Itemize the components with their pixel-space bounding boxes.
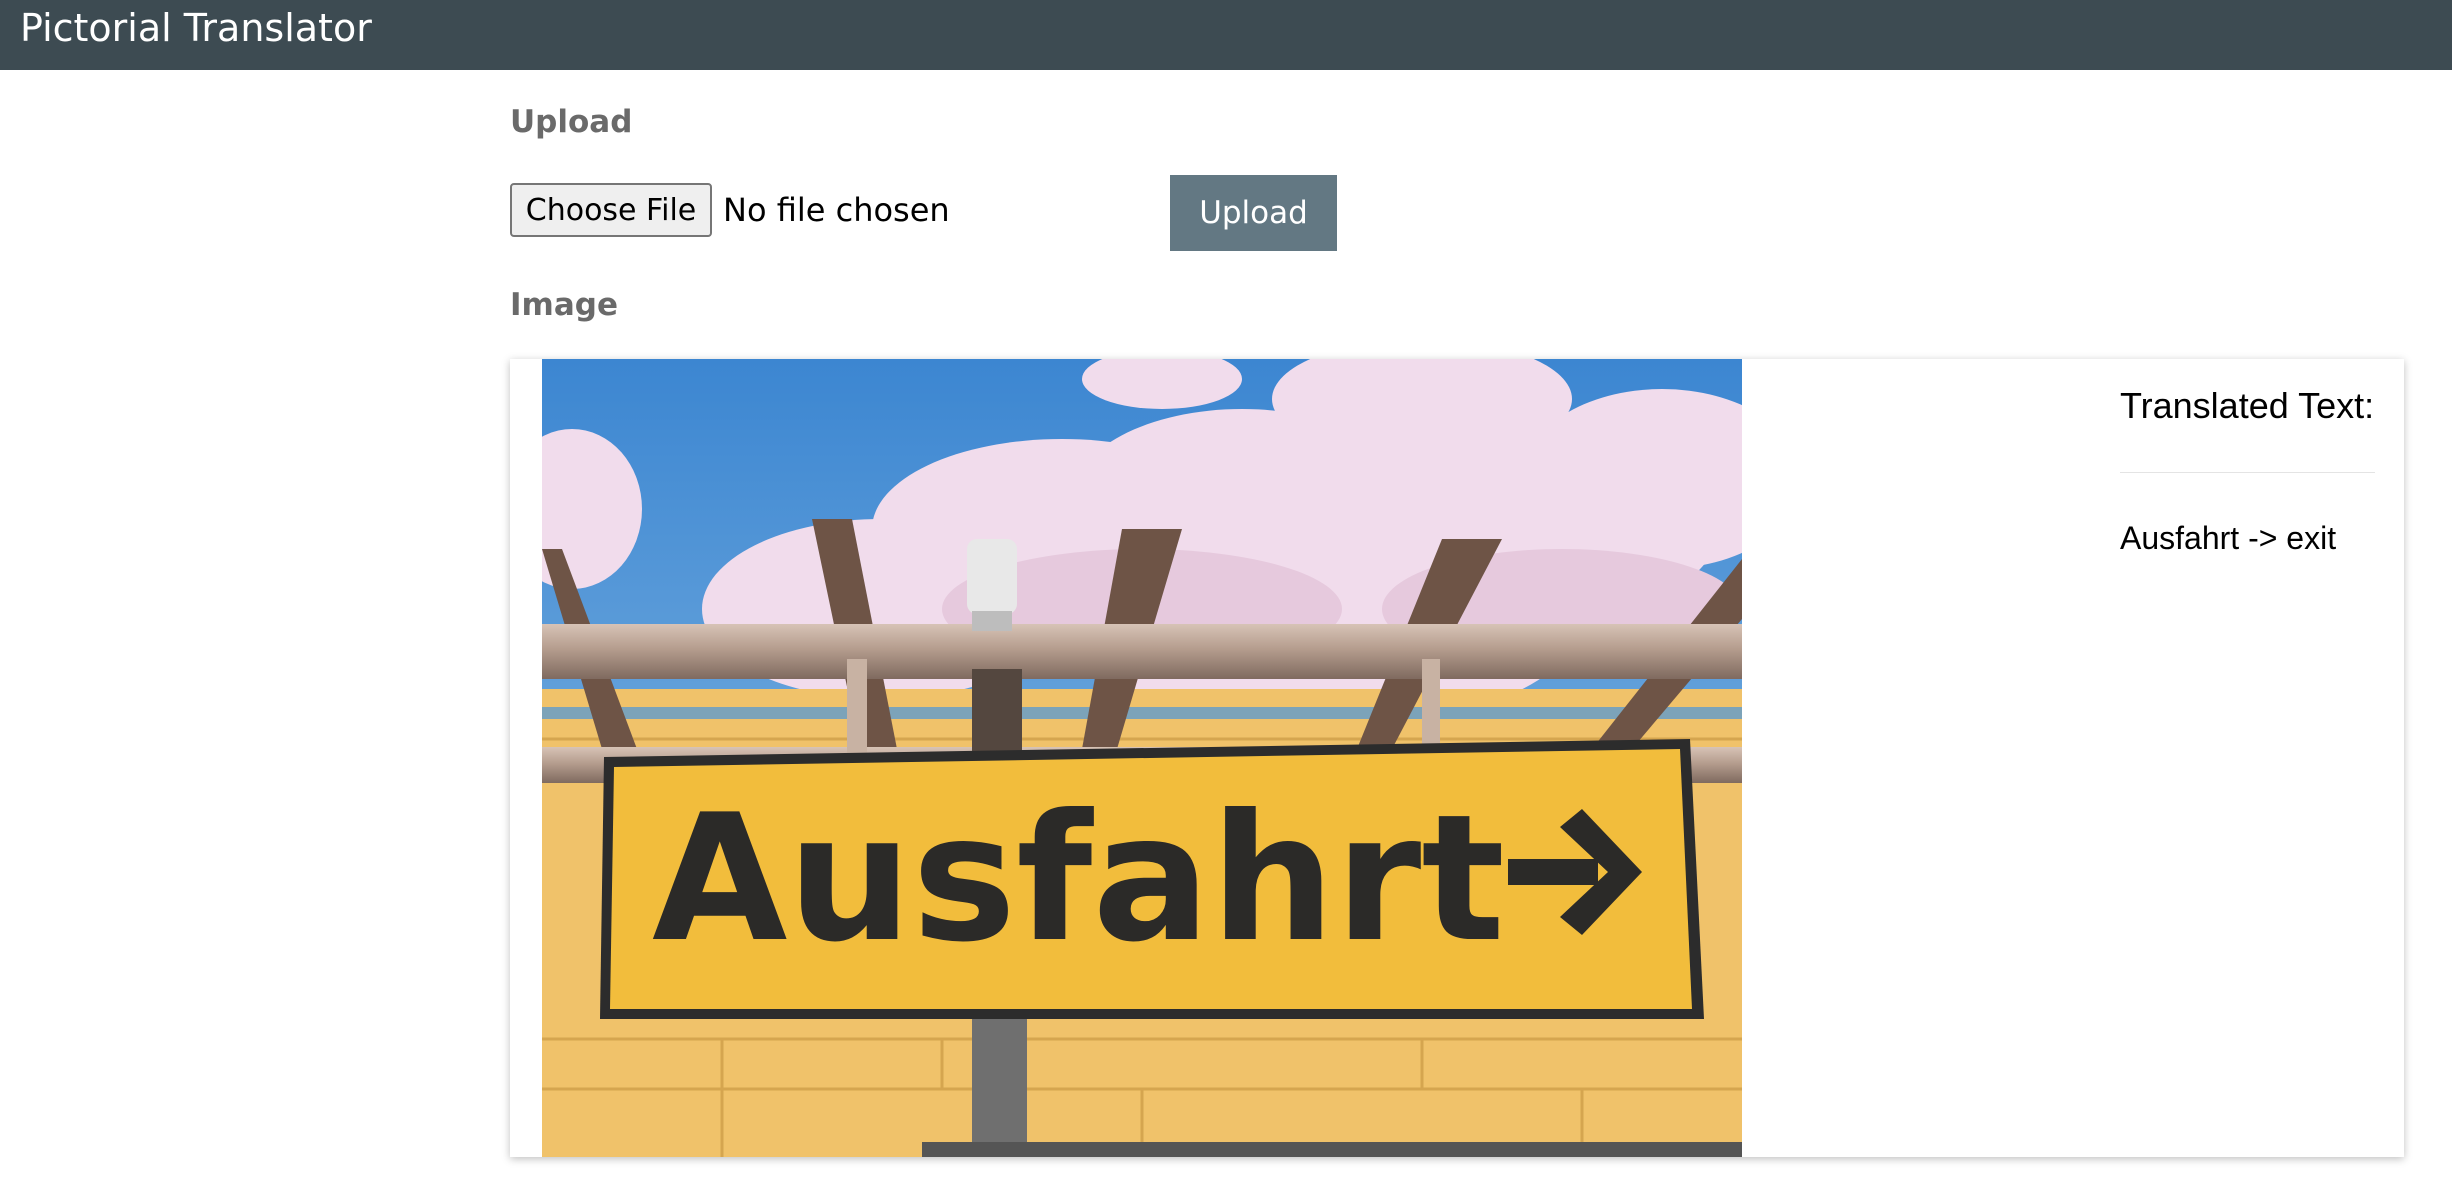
- image-result-card: Ausfahrt Translated Text: Ausfahrt -> ex…: [510, 359, 2404, 1157]
- divider: [2120, 472, 2375, 473]
- top-bar: Pictorial Translator: [0, 0, 2452, 70]
- upload-button[interactable]: Upload: [1170, 175, 1337, 251]
- file-status-text: No file chosen: [723, 191, 950, 229]
- translated-text-heading: Translated Text:: [2120, 385, 2375, 426]
- photo-sign-text: Ausfahrt: [652, 778, 1505, 981]
- upload-section-label: Upload: [510, 104, 633, 140]
- uploaded-photo: Ausfahrt: [542, 359, 1742, 1157]
- app-title: Pictorial Translator: [20, 6, 372, 50]
- image-section-label: Image: [510, 287, 618, 323]
- choose-file-button[interactable]: Choose File: [510, 183, 712, 237]
- translation-result: Ausfahrt -> exit: [2120, 520, 2337, 556]
